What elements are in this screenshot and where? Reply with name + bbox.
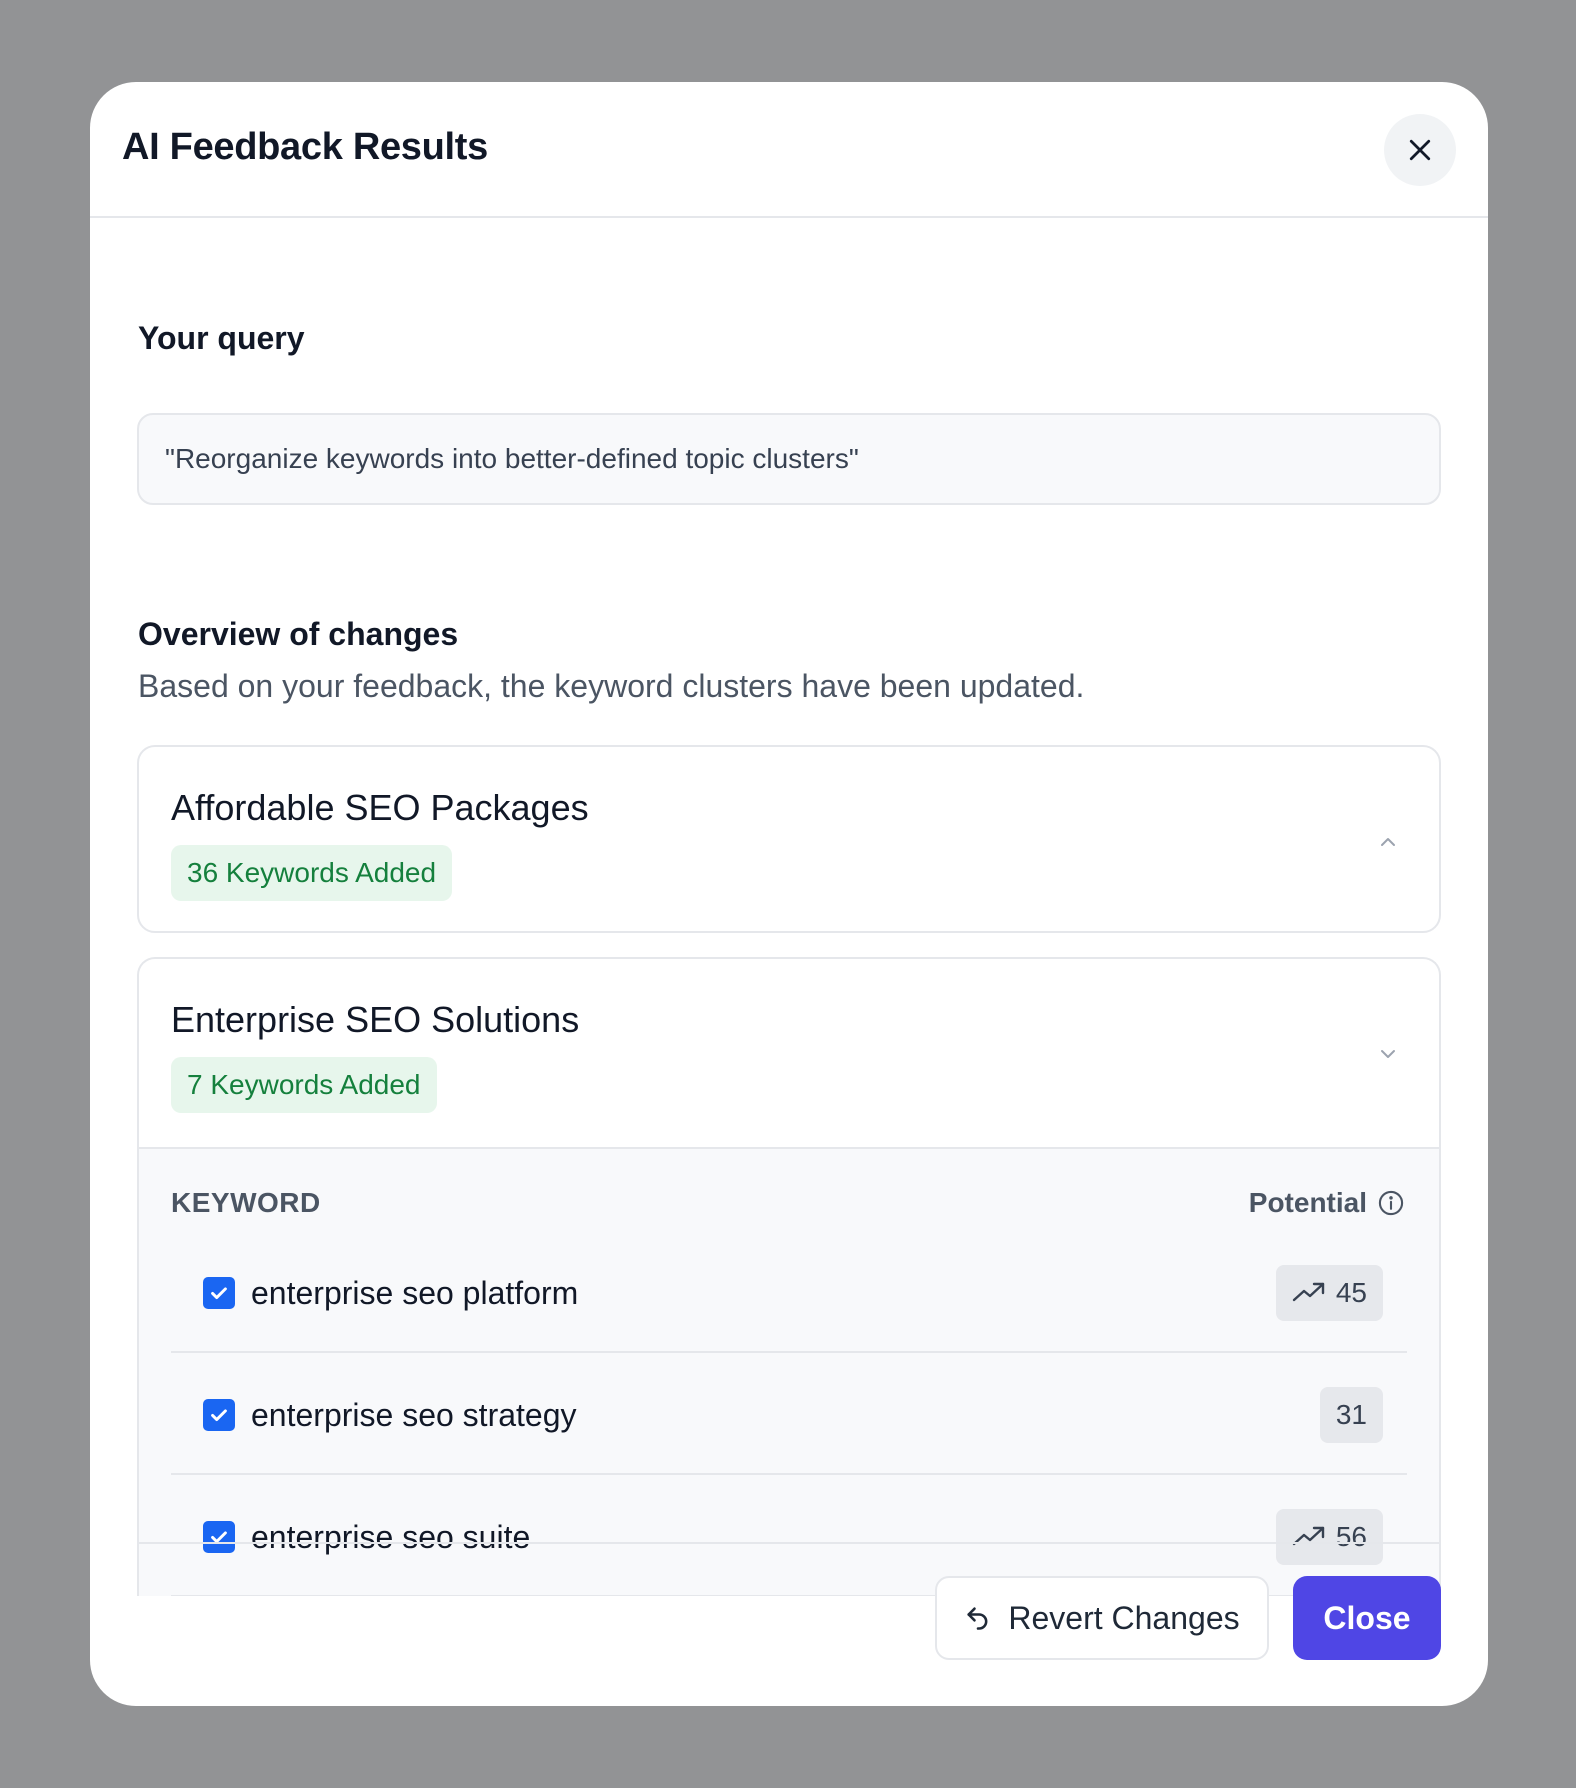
check-icon <box>211 1409 227 1422</box>
dialog-header: AI Feedback Results <box>90 82 1488 218</box>
potential-header-label: Potential <box>1248 1187 1367 1218</box>
cluster-card-affordable-seo[interactable]: Affordable SEO Packages 36 Keywords Adde… <box>137 745 1441 933</box>
query-text: "Reorganize keywords into better-defined… <box>165 443 859 474</box>
keyword-text: enterprise seo strategy <box>251 1397 577 1433</box>
check-icon <box>211 1287 227 1300</box>
query-label: Your query <box>138 320 305 356</box>
cluster-title: Affordable SEO Packages <box>171 787 589 828</box>
close-dialog-button[interactable] <box>1384 114 1456 186</box>
chevron-down-icon <box>1381 1050 1395 1058</box>
keyword-text: enterprise seo platform <box>251 1275 579 1311</box>
keywords-added-badge: 36 Keywords Added <box>171 845 453 901</box>
keyword-row: enterprise seo strategy 31 <box>171 1353 1407 1475</box>
potential-column-header: Potential <box>1249 1187 1405 1219</box>
keyword-column-header: KEYWORD <box>171 1187 321 1218</box>
potential-pill: 45 <box>1275 1265 1383 1321</box>
revert-changes-button[interactable]: Revert Changes <box>935 1576 1269 1660</box>
overview-description: Based on your feedback, the keyword clus… <box>138 668 1085 704</box>
keyword-table: KEYWORD Potential enterprise seo platfor… <box>139 1147 1439 1596</box>
cluster-title: Enterprise SEO Solutions <box>171 999 580 1040</box>
keyword-row: enterprise seo platform 45 <box>171 1231 1407 1353</box>
revert-changes-label: Revert Changes <box>1008 1599 1240 1636</box>
query-text-box: "Reorganize keywords into better-defined… <box>137 413 1441 505</box>
dialog-footer: Revert Changes Close <box>137 1542 1441 1706</box>
trending-up-icon <box>1292 1282 1325 1302</box>
potential-pill: 31 <box>1319 1387 1383 1443</box>
cluster-card-enterprise-seo[interactable]: Enterprise SEO Solutions 7 Keywords Adde… <box>137 957 1441 1596</box>
close-icon <box>1409 139 1431 161</box>
undo-icon <box>967 1607 988 1630</box>
ai-feedback-dialog: AI Feedback Results Your query "Reorgani… <box>90 82 1488 1706</box>
dialog-body[interactable]: Your query "Reorganize keywords into bet… <box>90 220 1488 1596</box>
potential-value: 31 <box>1335 1399 1367 1430</box>
cluster-toggle[interactable] <box>1373 1039 1403 1069</box>
keyword-checkbox[interactable] <box>203 1399 235 1431</box>
keywords-added-badge: 7 Keywords Added <box>171 1057 437 1113</box>
potential-value: 45 <box>1335 1277 1367 1308</box>
keyword-checkbox[interactable] <box>203 1277 235 1309</box>
chevron-up-icon <box>1381 838 1395 846</box>
dialog-title: AI Feedback Results <box>122 126 488 168</box>
overview-title: Overview of changes <box>138 616 459 652</box>
close-button[interactable]: Close <box>1293 1576 1441 1660</box>
cluster-toggle[interactable] <box>1373 827 1403 857</box>
info-icon[interactable] <box>1377 1189 1405 1217</box>
